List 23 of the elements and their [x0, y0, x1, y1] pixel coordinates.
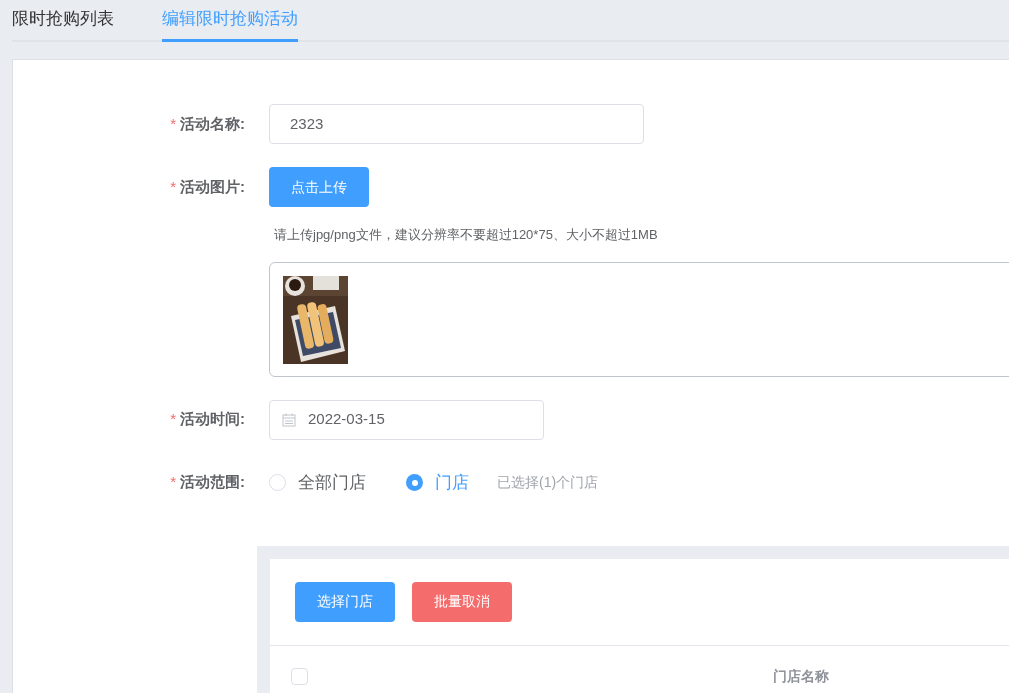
field-label: 活动范围:	[180, 472, 245, 493]
tab[interactable]: 限时抢购列表	[12, 5, 114, 42]
select-store-button[interactable]: 选择门店	[295, 581, 395, 622]
required-mark: *	[170, 409, 176, 430]
date-value: 2022-03-15	[308, 409, 385, 430]
field-label: 活动图片:	[180, 176, 245, 197]
header-checkbox[interactable]	[291, 668, 308, 685]
tab[interactable]: 编辑限时抢购活动	[162, 5, 298, 42]
radio-option[interactable]: 门店	[406, 469, 469, 496]
selection-note: 已选择(1)个门店	[497, 473, 599, 492]
batch-cancel-button[interactable]: 批量取消	[412, 581, 512, 622]
field-label: 活动时间:	[180, 409, 245, 430]
required-mark: *	[170, 113, 176, 134]
name-input[interactable]: 2323	[269, 104, 644, 144]
required-mark: *	[170, 472, 176, 493]
column-header: 门店名称	[773, 667, 829, 686]
required-mark: *	[170, 176, 176, 197]
upload-hint: 请上传jpg/png文件，建议分辨率不要超过120*75、大小不超过1MB	[274, 226, 659, 244]
radio-option[interactable]: 全部门店	[269, 469, 366, 496]
date-input[interactable]: 2022-03-15	[269, 399, 544, 440]
upload-button[interactable]: 点击上传	[269, 167, 369, 207]
calendar-icon	[282, 412, 296, 427]
field-label: 活动名称:	[180, 113, 245, 134]
